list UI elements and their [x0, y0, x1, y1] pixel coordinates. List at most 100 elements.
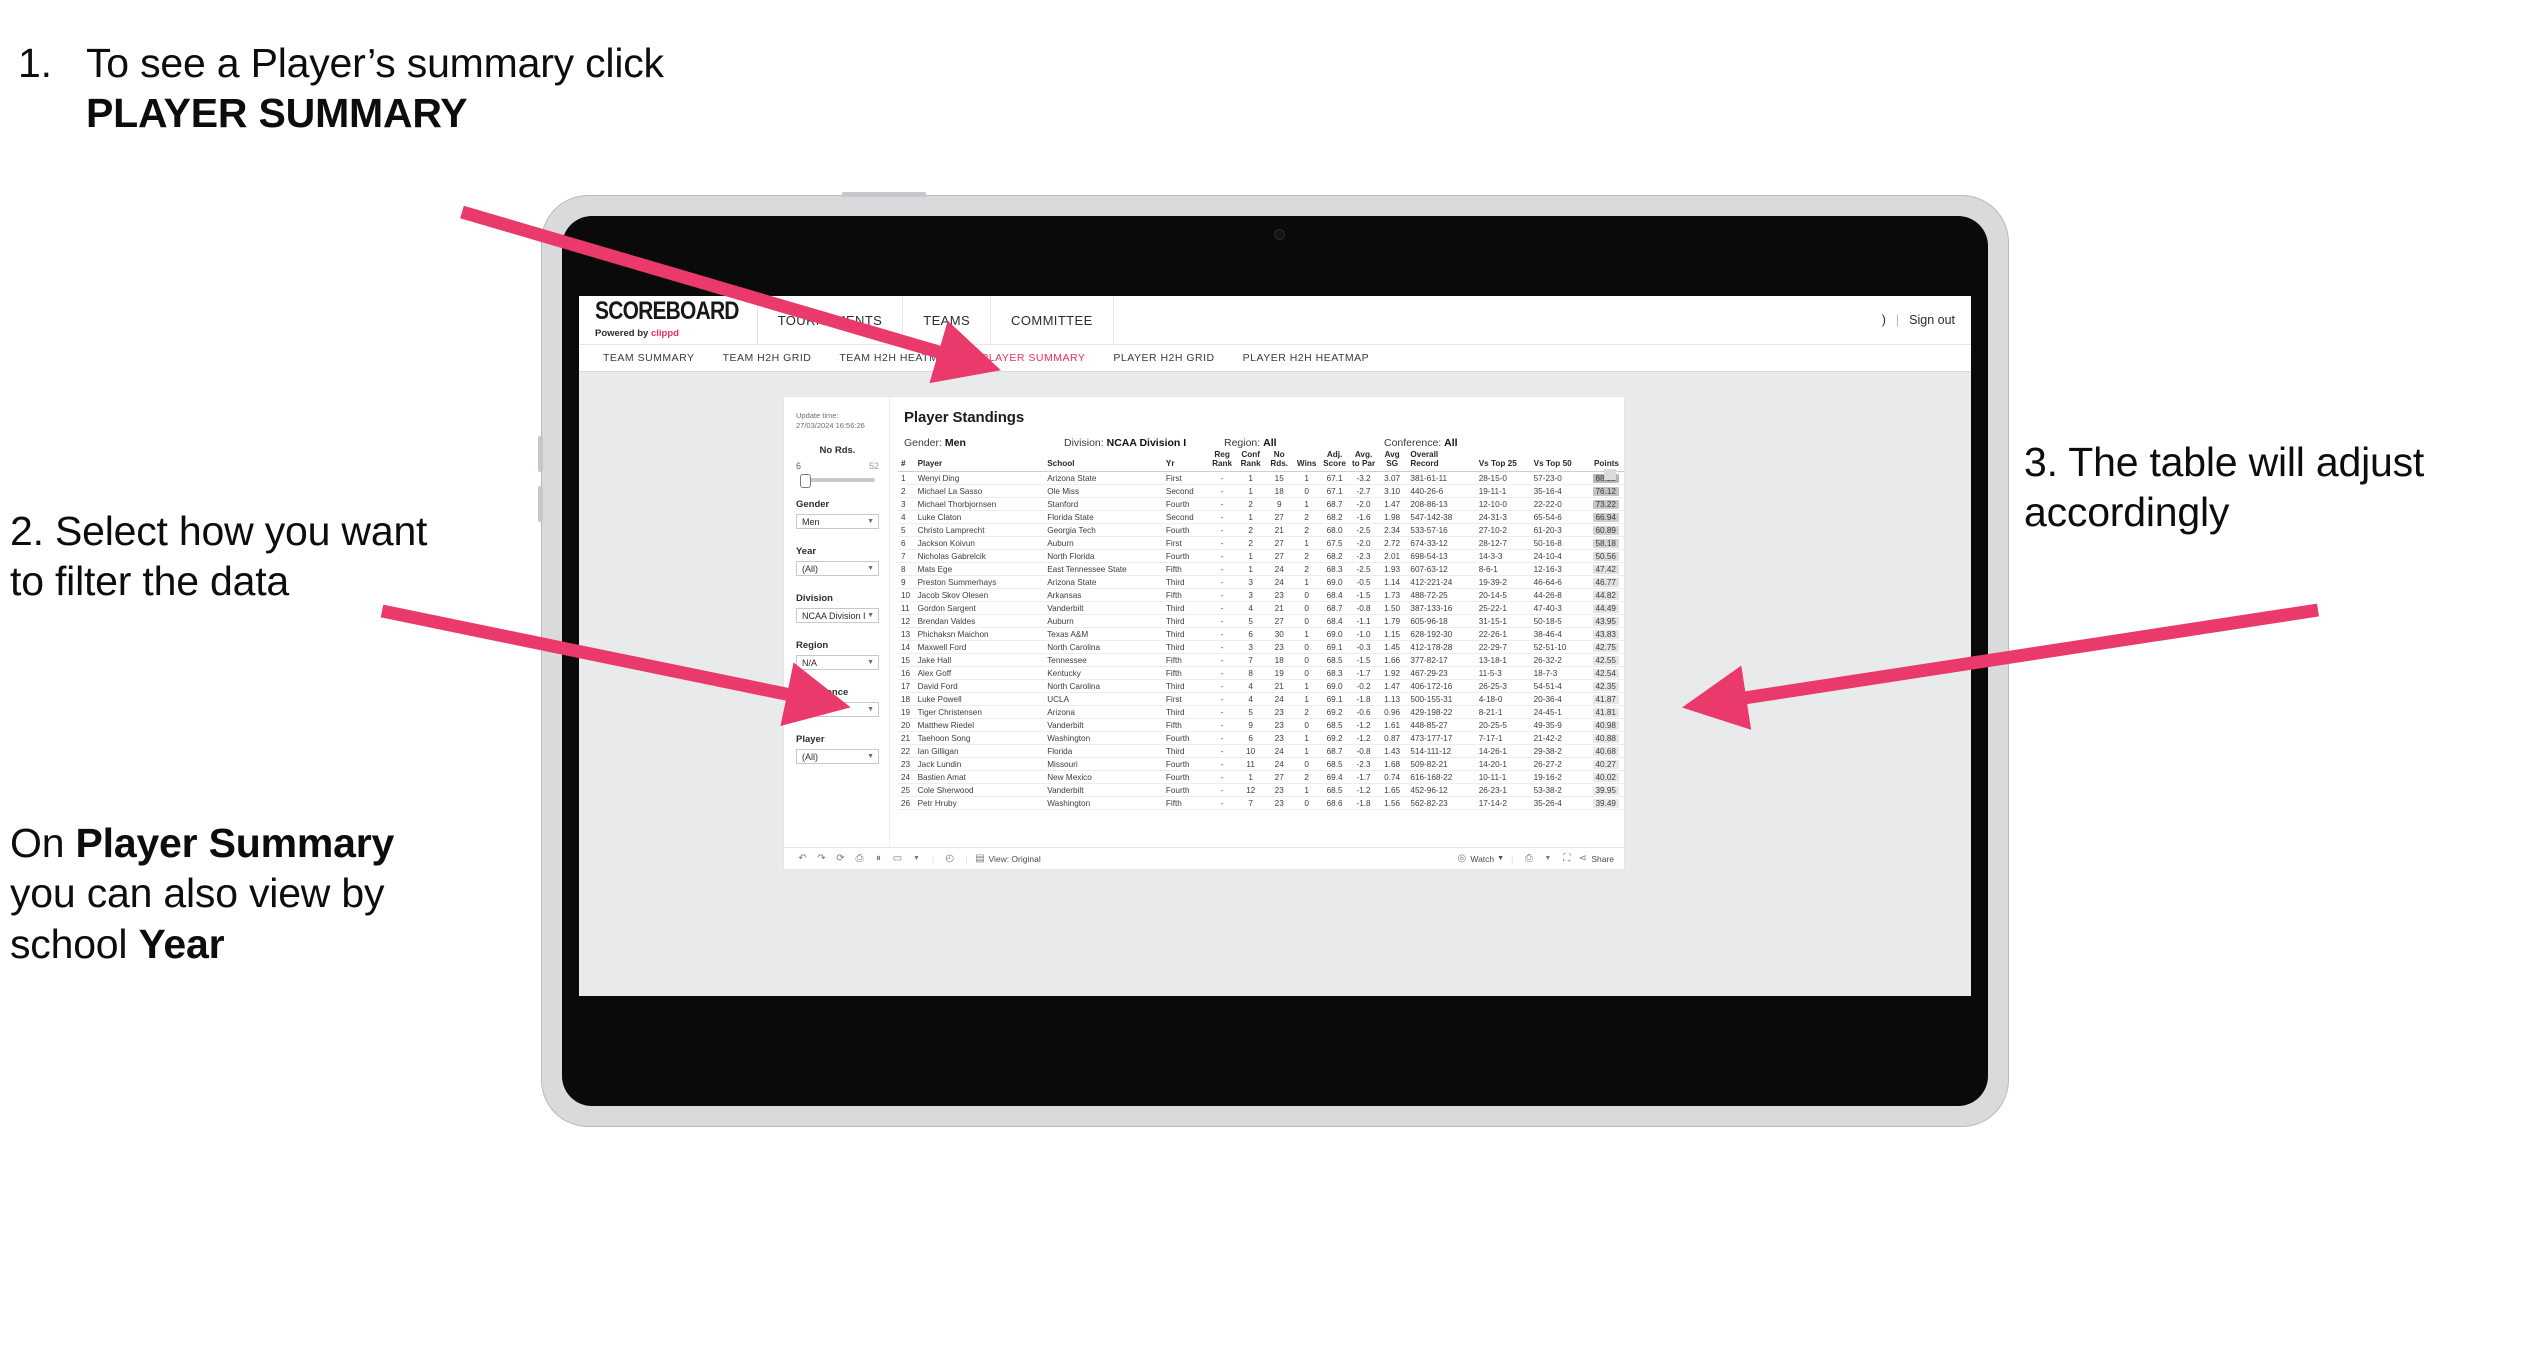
top-nav-committee[interactable]: COMMITTEE [991, 296, 1114, 344]
filter-division-select[interactable]: NCAA Division I ▼ [796, 608, 879, 624]
subnav-team-h2h-heatmap[interactable]: TEAM H2H HEATMAP [825, 352, 967, 364]
points-value: 76.12 [1592, 486, 1619, 496]
filter-player-select[interactable]: (All) ▼ [796, 749, 879, 765]
cell-points: 44.49 [1586, 601, 1624, 616]
no-rounds-slider[interactable] [800, 474, 875, 489]
cell-wins: 1 [1293, 497, 1320, 512]
cell-reg-rank: - [1207, 562, 1237, 577]
custom-view-icon[interactable]: ▭ [889, 851, 906, 867]
cell-conf-rank: 6 [1236, 627, 1265, 642]
col-header-[interactable]: # [898, 449, 916, 473]
table-row[interactable]: 7 Nicholas Gabrelcik North Florida Fourth -1… [898, 549, 1624, 564]
cell-wins: 0 [1293, 601, 1320, 616]
no-rounds-filter[interactable]: No Rds. 6 52 [796, 445, 879, 489]
sign-out-link[interactable]: Sign out [1909, 313, 1955, 327]
table-row[interactable]: 9 Preston Summerhays Arizona State Third -3 2… [898, 575, 1624, 590]
col-header-yr[interactable]: Yr [1163, 449, 1208, 473]
cell-adj-score: 68.2 [1319, 510, 1350, 525]
cell-avg-sg: 1.50 [1377, 601, 1407, 616]
alerts-clock-icon[interactable]: ◴ [941, 851, 958, 867]
table-row[interactable]: 13 Phichaksn Maichon Texas A&M Third -6 30 1 69… [898, 627, 1624, 642]
top-nav-tournaments-label: TOURNAMENTS [777, 312, 883, 328]
table-row[interactable]: 20 Matthew Riedel Vanderbilt Fifth -9 23 0 68.5… [898, 718, 1624, 733]
chevron-down-icon[interactable]: ▼ [1539, 851, 1556, 867]
col-header-school[interactable]: School [1045, 449, 1164, 473]
undo-icon[interactable]: ↶ [794, 851, 811, 867]
fullscreen-icon[interactable]: ⛶ [1558, 851, 1575, 867]
refresh-icon[interactable]: ⎙ [851, 851, 868, 867]
table-scrollbar[interactable] [1604, 469, 1616, 480]
cell-overall-record: 406-172-16 [1406, 679, 1477, 694]
table-row[interactable]: 24 Bastien Amat New Mexico Fourth -1 27 2 69.4-… [898, 770, 1624, 785]
table-row[interactable]: 4 Luke Claton Florida State Second -1 27 2 68.2… [898, 510, 1624, 525]
table-row[interactable]: 23 Jack Lundin Missouri Fourth -11 24 0 68.5 -2.… [898, 757, 1624, 772]
table-row[interactable]: 11 Gordon Sargent Vanderbilt Third -4 21 0 68.7… [898, 601, 1624, 616]
cell-conf-rank: 9 [1236, 718, 1265, 733]
points-value: 42.54 [1592, 668, 1619, 678]
watch-button[interactable]: ◎ Watch ▼ [1456, 851, 1505, 867]
cell-school: Tennessee [1045, 653, 1164, 668]
chevron-down-icon[interactable]: ▼ [908, 851, 925, 867]
col-header-wins[interactable]: Wins [1293, 449, 1320, 473]
col-header-no-rds[interactable]: No Rds. [1264, 449, 1294, 473]
table-row[interactable]: 15 Jake Hall Tennessee Fifth -7 18 0 68.5 -1.5 1.… [898, 653, 1624, 668]
table-row[interactable]: 26 Petr Hruby Washington Fifth -7 23 0 68.6 -1.8… [898, 796, 1624, 811]
table-row[interactable]: 21 Taehoon Song Washington Fourth -6 23 1 69.2-… [898, 731, 1624, 746]
table-row[interactable]: 17 David Ford North Carolina Third -4 21 1 69.0… [898, 679, 1624, 694]
cell-player: Jack Lundin [915, 757, 1046, 772]
revert-icon[interactable]: ⟳ [832, 851, 849, 867]
table-row[interactable]: 22 Ian Gilligan Florida Third -10 24 1 68.7 -0.8… [898, 744, 1624, 759]
share-button[interactable]: ⋖ Share [1577, 851, 1614, 867]
col-header-vs-top-25[interactable]: Vs Top 25 [1476, 449, 1532, 473]
download-icon[interactable]: ⎙ [1520, 851, 1537, 867]
share-label: Share [1591, 853, 1614, 864]
view-original-button[interactable]: ▤ View: Original [974, 851, 1041, 867]
subnav-player-h2h-heatmap[interactable]: PLAYER H2H HEATMAP [1229, 352, 1383, 364]
cell-avg-to-par: -0.6 [1349, 705, 1378, 720]
table-row[interactable]: 1 Wenyi Ding Arizona State First -1 15 1 67.1 -3… [898, 471, 1624, 486]
cell-player: Tiger Christensen [915, 705, 1046, 720]
subnav-player-summary[interactable]: PLAYER SUMMARY [967, 352, 1099, 364]
col-header-avg-to-par[interactable]: Avg. to Par [1349, 449, 1378, 473]
cell-vs-top-25: 17-14-2 [1476, 796, 1532, 811]
table-row[interactable]: 10 Jacob Skov Olesen Arkansas Fifth -3 23 0 68.… [898, 588, 1624, 603]
standings-table-wrap[interactable]: # Player School Yr Reg Rank Conf Rank No Rds. W… [890, 449, 1624, 847]
filter-region-select[interactable]: N/A ▼ [796, 655, 879, 671]
col-header-avg-sg[interactable]: Avg SG [1377, 449, 1407, 473]
table-row[interactable]: 5 Christo Lamprecht Georgia Tech Fourth -2 21… [898, 523, 1624, 538]
cell-conf-rank: 3 [1236, 575, 1265, 590]
filter-gender-select[interactable]: Men ▼ [796, 514, 879, 530]
table-row[interactable]: 16 Alex Goff Kentucky Fifth -8 19 0 68.3 -1.7 1.9… [898, 666, 1624, 681]
table-row[interactable]: 8 Mats Ege East Tennessee State Fifth -1 24 2 6… [898, 562, 1624, 577]
top-nav-tournaments[interactable]: TOURNAMENTS [758, 296, 904, 344]
cell-reg-rank: - [1207, 744, 1237, 759]
filter-year-select[interactable]: (All) ▼ [796, 561, 879, 577]
cell-conf-rank: 4 [1236, 692, 1265, 707]
brand-logo[interactable]: SCOREBOARD Powered by clippd [579, 296, 758, 344]
redo-icon[interactable]: ↷ [813, 851, 830, 867]
col-header-adj-score[interactable]: Adj. Score [1319, 449, 1350, 473]
table-row[interactable]: 2 Michael La Sasso Ole Miss Second -1 18 0 67.1… [898, 484, 1624, 499]
col-header-vs-top-50[interactable]: Vs Top 50 [1531, 449, 1587, 473]
cell-overall-record: 412-221-24 [1406, 575, 1477, 590]
table-row[interactable]: 25 Cole Sherwood Vanderbilt Fourth -12 23 1 68.… [898, 783, 1624, 798]
cell-yr: Third [1163, 614, 1208, 629]
table-row[interactable]: 12 Brendan Valdes Auburn Third -5 27 0 68.4 -1.1… [898, 614, 1624, 629]
col-header-conf-rank[interactable]: Conf Rank [1236, 449, 1265, 473]
table-row[interactable]: 18 Luke Powell UCLA First -4 24 1 69.1 -1.8 1.13 5… [898, 692, 1624, 707]
subnav-team-h2h-grid[interactable]: TEAM H2H GRID [709, 352, 826, 364]
table-row[interactable]: 6 Jackson Koivun Auburn First -2 27 1 67.5 -2.0 2… [898, 536, 1624, 551]
subnav-player-h2h-grid[interactable]: PLAYER H2H GRID [1099, 352, 1228, 364]
cell-school: Florida [1045, 744, 1164, 759]
top-nav-teams[interactable]: TEAMS [903, 296, 992, 344]
col-header-overall-record[interactable]: Overall Record [1406, 449, 1477, 473]
col-header-reg-rank[interactable]: Reg Rank [1207, 449, 1237, 473]
cell-wins: 2 [1293, 523, 1320, 538]
filter-conference-select[interactable]: (All) ▼ [796, 702, 879, 718]
subnav-team-summary[interactable]: TEAM SUMMARY [589, 352, 709, 364]
pause-updates-icon[interactable]: ⏸ [870, 851, 887, 867]
table-row[interactable]: 19 Tiger Christensen Arizona Third -5 23 2 69.2… [898, 705, 1624, 720]
col-header-player[interactable]: Player [915, 449, 1046, 473]
table-row[interactable]: 14 Maxwell Ford North Carolina Third -3 23 0 69… [898, 640, 1624, 655]
table-row[interactable]: 3 Michael Thorbjornsen Stanford Fourth -2 9 1 6… [898, 497, 1624, 512]
